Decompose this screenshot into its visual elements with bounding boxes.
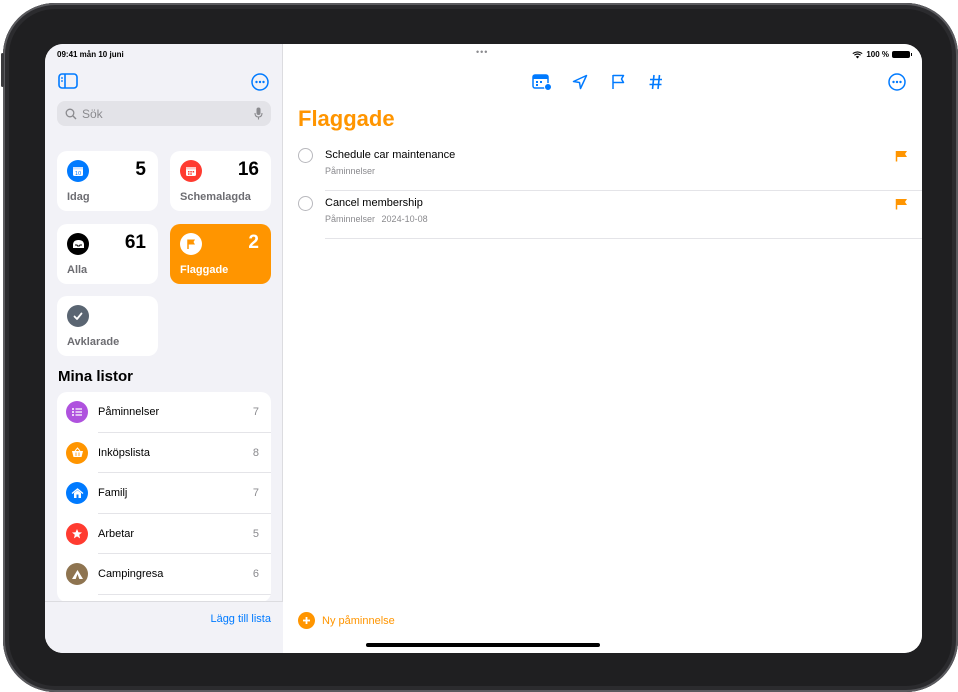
reminder-title[interactable]: Schedule car maintenance	[325, 149, 455, 161]
list-item[interactable]: Påminnelser 7	[57, 392, 271, 433]
calendar-icon	[180, 160, 202, 182]
tile-flagged-count: 2	[248, 232, 259, 253]
calendar-today-icon: 10	[67, 160, 89, 182]
list-item-count: 5	[252, 527, 259, 540]
reminder-meta: Påminnelser 2024-10-08	[325, 214, 428, 224]
tile-scheduled-label: Schemalagda	[180, 191, 251, 203]
reminder-title[interactable]: Cancel membership	[325, 197, 423, 209]
reminder-list-name: Påminnelser	[325, 166, 376, 176]
tile-all-count: 61	[124, 232, 146, 253]
complete-checkbox[interactable]	[298, 148, 313, 163]
flag-icon[interactable]	[895, 149, 908, 167]
tile-flagged[interactable]: 2 Flaggade	[170, 224, 271, 284]
more-options-icon[interactable]	[251, 73, 269, 96]
divider	[325, 238, 922, 239]
ipad-frame: 09:41 mån 10 juni Sök 10 5 Idag 16 Schem…	[1, 3, 958, 692]
search-field[interactable]: Sök	[57, 101, 271, 126]
status-time-date: 09:41 mån 10 juni	[57, 50, 124, 59]
house-icon	[66, 482, 88, 505]
new-reminder-button[interactable]: Ny påminnelse	[298, 612, 395, 629]
microphone-icon[interactable]	[254, 107, 263, 120]
wifi-icon	[852, 50, 863, 58]
tile-flagged-label: Flaggade	[180, 264, 229, 276]
list-item[interactable]: Arbetar 5	[57, 514, 271, 555]
flag-outline-icon[interactable]	[607, 71, 629, 93]
search-placeholder: Sök	[82, 106, 103, 121]
list-item-count: 8	[252, 446, 259, 459]
tile-completed-label: Avklarade	[67, 336, 120, 348]
reminder-list-name: Påminnelser	[325, 214, 376, 224]
checkmark-icon	[67, 305, 89, 327]
main-content: ••• 100 % Flaggade Schedule car maintena…	[284, 44, 922, 653]
tile-today-count: 5	[135, 159, 146, 180]
tile-all[interactable]: 61 Alla	[57, 224, 158, 284]
page-title: Flaggade	[298, 106, 395, 131]
volume-button	[1, 53, 4, 87]
more-options-icon[interactable]	[888, 73, 906, 96]
my-lists-heading: Mina listor	[58, 368, 134, 385]
flag-icon[interactable]	[895, 197, 908, 215]
list-item-name: Familj	[98, 487, 128, 500]
reminder-date: 2024-10-08	[381, 214, 428, 224]
list-item[interactable]: Campingresa 6	[57, 554, 271, 595]
toolbar	[531, 71, 667, 93]
svg-text:10: 10	[75, 171, 81, 177]
tile-completed[interactable]: Avklarade	[57, 296, 158, 356]
tile-today-label: Idag	[67, 191, 90, 203]
list-bullet-icon	[66, 401, 88, 424]
tray-icon	[67, 233, 89, 255]
divider	[325, 190, 922, 191]
list-item[interactable]: Familj 7	[57, 473, 271, 514]
tent-icon	[66, 563, 88, 586]
tag-hashtag-icon[interactable]	[645, 71, 667, 93]
list-item-count: 6	[252, 568, 259, 581]
sidebar-footer: Lägg till lista	[45, 601, 283, 653]
basket-icon	[66, 441, 88, 464]
battery-percentage: 100 %	[866, 50, 889, 59]
list-item-count: 7	[252, 406, 259, 419]
reminder-row[interactable]: Cancel membership Påminnelser 2024-10-08	[298, 192, 922, 239]
status-bar-right: 100 %	[852, 50, 912, 59]
tile-today[interactable]: 10 5 Idag	[57, 151, 158, 211]
list-item-count: 7	[252, 487, 259, 500]
home-indicator	[366, 643, 600, 647]
search-icon	[65, 108, 77, 119]
sidebar: 09:41 mån 10 juni Sök 10 5 Idag 16 Schem…	[45, 44, 283, 653]
battery-icon	[892, 51, 912, 58]
add-list-button[interactable]: Lägg till lista	[210, 613, 271, 625]
flag-icon	[180, 233, 202, 255]
list-item-name: Campingresa	[98, 568, 164, 581]
list-item[interactable]: Inköpslista 8	[57, 433, 271, 474]
reminder-row[interactable]: Schedule car maintenance Påminnelser	[298, 144, 922, 191]
list-item-name: Arbetar	[98, 527, 135, 540]
complete-checkbox[interactable]	[298, 196, 313, 211]
location-arrow-icon[interactable]	[569, 71, 591, 93]
multitasking-dots-icon[interactable]: •••	[476, 47, 488, 57]
screen: 09:41 mån 10 juni Sök 10 5 Idag 16 Schem…	[45, 44, 922, 653]
calendar-badge-icon[interactable]	[531, 71, 553, 93]
my-lists: Påminnelser 7 Inköpslista 8 Familj 7 Arb…	[57, 392, 271, 602]
new-reminder-label: Ny påminnelse	[322, 614, 395, 627]
plus-icon	[298, 612, 315, 629]
list-item-name: Påminnelser	[98, 406, 160, 419]
star-icon	[66, 522, 88, 545]
tile-all-label: Alla	[67, 264, 88, 276]
tile-scheduled-count: 16	[237, 159, 259, 180]
sidebar-toggle-icon[interactable]	[58, 73, 78, 94]
list-item-name: Inköpslista	[98, 446, 150, 459]
tile-scheduled[interactable]: 16 Schemalagda	[170, 151, 271, 211]
